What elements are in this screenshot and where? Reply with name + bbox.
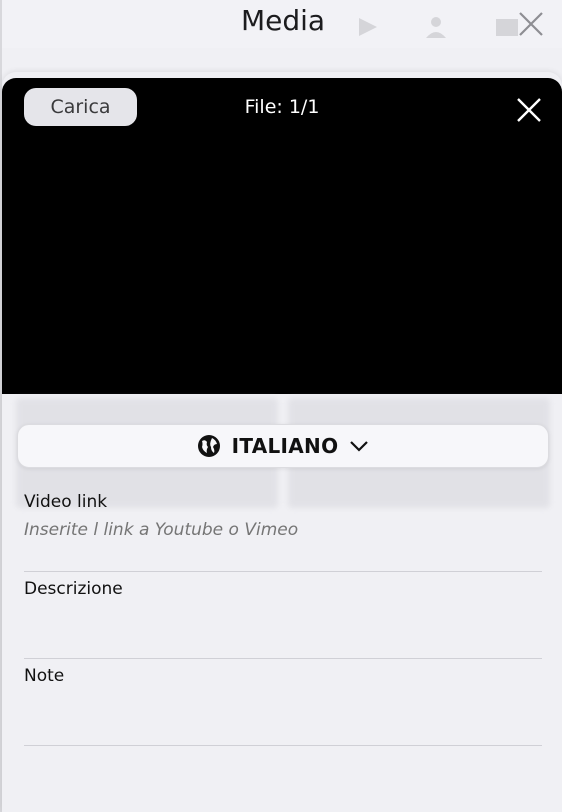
description-input[interactable]: [24, 607, 542, 637]
background-header: Media: [2, 0, 562, 48]
close-icon[interactable]: [516, 9, 546, 39]
globe-icon: [197, 435, 220, 457]
video-link-field: Video link: [24, 484, 542, 572]
language-label: ITALIANO: [231, 434, 339, 458]
video-link-label: Video link: [24, 492, 108, 512]
close-icon[interactable]: [514, 95, 544, 125]
page-title: Media: [240, 4, 326, 37]
description-label: Descrizione: [24, 579, 123, 599]
description-field: Descrizione: [24, 571, 542, 659]
file-counter: File: 1/1: [244, 96, 320, 118]
chevron-down-icon: [350, 441, 369, 452]
user-icon: [426, 17, 446, 38]
send-icon: [359, 18, 377, 36]
note-field: Note: [24, 658, 542, 746]
language-selector[interactable]: ITALIANO: [17, 424, 549, 468]
media-sheet: Carica File: 1/1 ITALIANO Video link Des…: [2, 72, 562, 812]
note-input[interactable]: [24, 694, 542, 724]
video-link-input[interactable]: [24, 520, 542, 540]
note-label: Note: [24, 666, 65, 686]
media-preview: Carica File: 1/1: [2, 78, 562, 394]
